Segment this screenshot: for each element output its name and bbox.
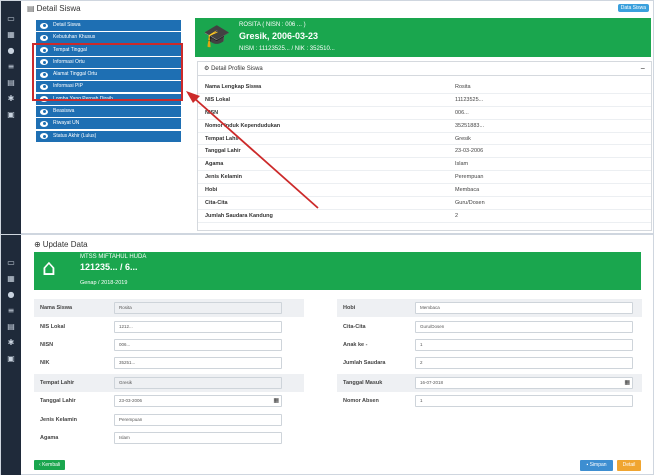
data-siswa-badge[interactable]: Data Siswa [617,4,649,12]
monitor-icon[interactable]: ▭ [1,11,21,27]
tanggal-masuk-input[interactable]: 16-07-2018 ▦ [415,377,633,389]
nis-lokal-input[interactable]: 1212... [114,321,282,333]
field-agama: Agama Islam [34,432,304,444]
profile-panel: ⚙ Detail Profile Siswa − Nama Lengkap Si… [197,61,652,231]
profile-row: Tanggal Lahir 23-03-2006 [198,145,651,159]
school-header: ⌂ MTSS MIFTAHUL HUDA 121235... / 6... Ge… [34,252,641,290]
list-icon[interactable]: ≡ [1,59,21,75]
monitor-icon[interactable]: ▭ [1,255,21,271]
user-icon[interactable]: ● [1,43,21,59]
print-icon[interactable]: ▣ [1,351,21,367]
user-icon[interactable]: ● [1,287,21,303]
plus-circle-icon: ⊕ [34,240,41,249]
field-nik: NIK 35251... [34,357,304,369]
profile-row: NISN 006... [198,107,651,120]
student-name-line: ROSITA ( NISN : 006 ... ) [239,22,306,28]
student-ids-line: NISM : 11123525... / NIK : 352510... [239,46,335,52]
page-title: ▤ Detail Siswa [27,4,81,13]
field-nis-lokal: NIS Lokal 1212... [34,321,304,333]
anak-ke-input[interactable]: 1 [415,339,633,351]
cita-cita-input[interactable]: Guru/Dosen [415,321,633,333]
highlight-box [32,43,183,101]
profile-panel-heading: ⚙ Detail Profile Siswa − [198,62,651,76]
profile-row: Nama Lengkap Siswa Rosita [198,81,651,94]
school-name: MTSS MIFTAHUL HUDA [80,254,147,260]
grid-icon[interactable]: ▦ [1,27,21,43]
hobi-input[interactable]: Membaca [415,302,633,314]
sidebar-top: ▭ ▦ ● ≡ ▤ ✱ ▣ [1,1,21,235]
detail-button[interactable]: Detail [617,460,641,471]
menu-item-riwayat-un[interactable]: Riwayat UN [36,118,181,130]
eye-icon [40,108,48,115]
jumlah-saudara-input[interactable]: 2 [415,357,633,369]
gear-icon[interactable]: ✱ [1,335,21,351]
field-jenis-kelamin: Jenis Kelamin Perempuan [34,414,304,426]
field-jumlah-saudara: Jumlah Saudara 2 [337,357,642,369]
eye-icon [40,120,48,127]
save-button[interactable]: ▪ Simpan [580,460,613,471]
field-tempat-lahir: Tempat Lahir Gresik [34,377,304,389]
tanggal-lahir-input[interactable]: 23-03-2006 ▦ [114,395,282,407]
agama-select[interactable]: Islam [114,432,282,444]
nisn-input[interactable]: 006... [114,339,282,351]
field-nisn: NISN 006... [34,339,304,351]
eye-icon [40,22,48,29]
detail-siswa-screen: ▭ ▦ ● ≡ ▤ ✱ ▣ ▤ Detail Siswa Data Siswa D… [0,0,654,235]
profile-row: Cita-Cita Guru/Dosen [198,197,651,210]
print-icon[interactable]: ▣ [1,107,21,123]
nik-input[interactable]: 35251... [114,357,282,369]
book-icon[interactable]: ▤ [1,75,21,91]
menu-item-detail-siswa[interactable]: Detail Siswa [36,20,181,31]
profile-row: NIS Lokal 11123525... [198,94,651,107]
profile-row: Nomor Induk Kependudukan 35251883... [198,120,651,133]
menu-item-status-akhir[interactable]: Status Akhir (Lulus) [36,130,181,142]
field-nomor-absen: Nomor Absen 1 [337,395,642,407]
back-button[interactable]: ‹ Kembali [34,460,66,470]
field-nama-siswa: Nama Siswa Rosita [34,302,304,314]
semester-label: Genap / 2018-2019 [80,280,128,286]
field-anak-ke: Anak ke - 1 [337,339,642,351]
nama-siswa-input[interactable]: Rosita [114,302,282,314]
list-icon[interactable]: ≡ [1,303,21,319]
graduation-cap-icon: 🎓 [203,24,231,49]
eye-icon [40,34,48,41]
calendar-icon[interactable]: ▦ [624,378,630,388]
profile-row: Jenis Kelamin Perempuan [198,171,651,185]
school-id-line: 121235... / 6... [80,262,138,272]
calendar-icon[interactable]: ▦ [273,396,279,406]
eye-icon [40,133,48,140]
collapse-icon[interactable]: − [640,62,645,76]
profile-row: Jumlah Saudara Kandung 2 [198,210,651,223]
page-title: ⊕ Update Data [34,240,88,249]
gear-icon[interactable]: ✱ [1,91,21,107]
home-icon: ⌂ [42,256,56,281]
field-cita-cita: Cita-Cita Guru/Dosen [337,321,642,333]
tempat-lahir-input[interactable]: Gresik [114,377,282,389]
menu-item-beasiswa[interactable]: Beasiswa [36,106,181,118]
menu-item-kebutuhan-khusus[interactable]: Kebutuhan Khusus [36,32,181,44]
profile-row: Tempat Lahir Gresik [198,133,651,146]
book-icon[interactable]: ▤ [1,319,21,335]
field-hobi: Hobi Membaca [337,302,642,314]
bank-icon[interactable]: ▦ [1,271,21,287]
profile-row: Agama Islam [198,158,651,172]
field-tanggal-lahir: Tanggal Lahir 23-03-2006 ▦ [34,395,304,407]
sidebar-bottom: ▭ ▦ ● ≡ ▤ ✱ ▣ [1,235,21,475]
profile-heading-icon: ⚙ [204,65,210,72]
profile-rows: Nama Lengkap Siswa Rosita NIS Lokal 111235… [198,76,651,223]
user-icon: ▤ [27,4,35,13]
update-data-screen: ▭ ▦ ● ≡ ▤ ✱ ▣ ⊕ Update Data ⌂ MTSS MIFTAH… [0,234,654,475]
jenis-kelamin-select[interactable]: Perempuan [114,414,282,426]
nomor-absen-input[interactable]: 1 [415,395,633,407]
field-tanggal-masuk: Tanggal Masuk 16-07-2018 ▦ [337,377,642,389]
student-birth-line: Gresik, 2006-03-23 [239,31,319,41]
profile-row: Hobi Membaca [198,184,651,198]
profile-header: 🎓 ROSITA ( NISN : 006 ... ) Gresik, 2006… [195,18,651,57]
